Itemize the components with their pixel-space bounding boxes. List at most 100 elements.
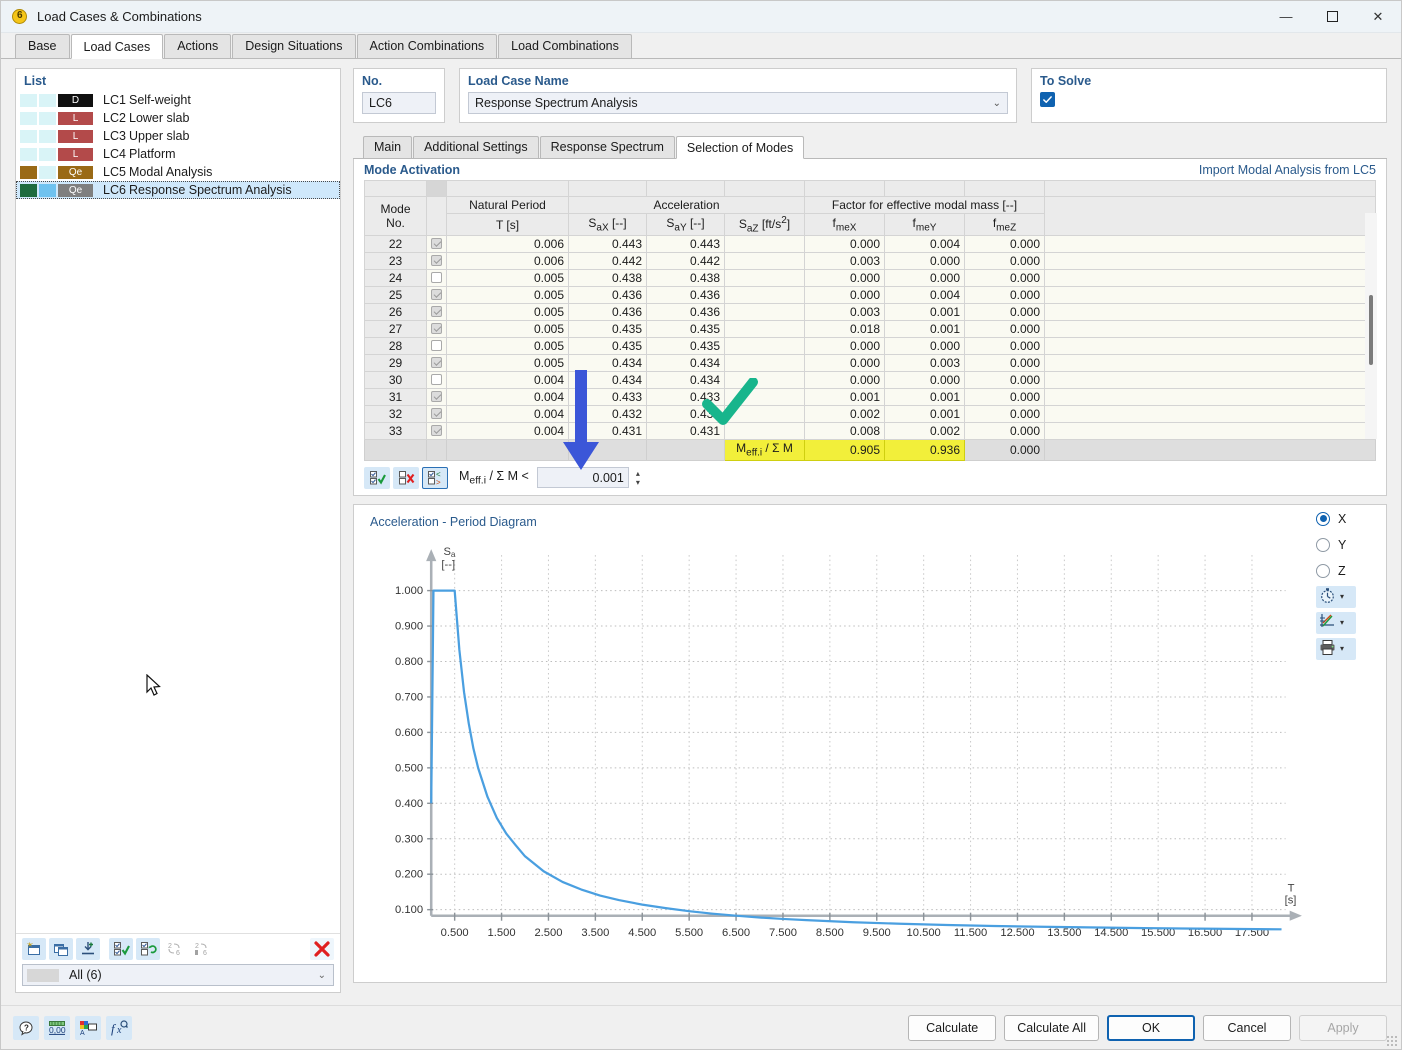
radio-x-icon[interactable] (1316, 512, 1330, 526)
cell-fmey: 0.000 (885, 270, 965, 287)
cell-active-checkbox[interactable] (427, 423, 447, 440)
table-row[interactable]: 30 0.004 0.434 0.434 0.000 0.000 0.000 (365, 372, 1376, 389)
minimize-button[interactable]: — (1263, 1, 1309, 33)
import-arrow-icon[interactable] (76, 938, 100, 960)
spinner-up-icon[interactable]: ▴ (636, 469, 640, 478)
ok-button[interactable]: OK (1107, 1015, 1195, 1041)
cell-fmez: 0.000 (965, 338, 1045, 355)
table-row[interactable]: 33 0.004 0.431 0.431 0.008 0.002 0.000 (365, 423, 1376, 440)
help-button[interactable]: ? (13, 1016, 39, 1040)
calculate-button[interactable]: Calculate (908, 1015, 996, 1041)
list-item-lc4[interactable]: L LC4 Platform (16, 145, 340, 163)
tab-actions[interactable]: Actions (164, 34, 231, 58)
cell-period: 0.005 (447, 321, 569, 338)
cell-spare (1045, 389, 1376, 406)
close-button[interactable]: ✕ (1355, 1, 1401, 33)
color-scale-button[interactable]: A (75, 1016, 101, 1040)
lc2-color-swatch-2 (39, 112, 56, 125)
chevron-down-icon[interactable]: ▾ (1340, 644, 1344, 653)
checkbox-swap-icon[interactable] (136, 938, 160, 960)
list-item-lc6[interactable]: Qe LC6 Response Spectrum Analysis (16, 181, 340, 199)
tab-load-cases[interactable]: Load Cases (71, 34, 164, 59)
svg-text:0.700: 0.700 (395, 691, 423, 703)
new-window-icon[interactable] (22, 938, 46, 960)
chart-xlabel-unit: [s] (1285, 894, 1297, 906)
table-row[interactable]: 31 0.004 0.433 0.433 0.001 0.001 0.000 (365, 389, 1376, 406)
axis-radio-y[interactable]: Y (1316, 534, 1378, 556)
maximize-button[interactable] (1309, 1, 1355, 33)
no-input[interactable]: LC6 (362, 92, 436, 114)
radio-z-icon[interactable] (1316, 564, 1330, 578)
tab-base[interactable]: Base (15, 34, 70, 58)
table-row[interactable]: 27 0.005 0.435 0.435 0.018 0.001 0.000 (365, 321, 1376, 338)
checkbox-x-icon[interactable] (393, 467, 419, 489)
copy-window-icon[interactable] (49, 938, 73, 960)
tab-selection-of-modes[interactable]: Selection of Modes (676, 136, 804, 159)
table-row[interactable]: 26 0.005 0.436 0.436 0.003 0.001 0.000 (365, 304, 1376, 321)
tab-main[interactable]: Main (363, 136, 412, 158)
table-row[interactable]: 22 0.006 0.443 0.443 0.000 0.004 0.000 (365, 236, 1376, 253)
list-item-lc5[interactable]: Qe LC5 Modal Analysis (16, 163, 340, 181)
cell-period: 0.005 (447, 338, 569, 355)
list-item-lc3[interactable]: L LC3 Upper slab (16, 127, 340, 145)
renumber-icon[interactable]: 2 6 (163, 938, 187, 960)
cell-spare (1045, 406, 1376, 423)
checkbox-check-icon[interactable] (109, 938, 133, 960)
table-row[interactable]: 25 0.005 0.436 0.436 0.000 0.004 0.000 (365, 287, 1376, 304)
import-modal-analysis-link[interactable]: Import Modal Analysis from LC5 (1199, 163, 1376, 177)
chevron-down-icon[interactable]: ▾ (1340, 592, 1344, 601)
cell-active-checkbox[interactable] (427, 321, 447, 338)
spectrum-settings-button[interactable]: ▾ (1316, 586, 1356, 608)
list-filter-combo[interactable]: All (6) ⌄ (22, 964, 334, 986)
cancel-button[interactable]: Cancel (1203, 1015, 1291, 1041)
threshold-input[interactable]: 0.001 ▴ ▾ (537, 467, 629, 488)
list-item-lc1[interactable]: D LC1 Self-weight (16, 91, 340, 109)
load-case-name-input[interactable]: Response Spectrum Analysis ⌄ (468, 92, 1008, 114)
cell-active-checkbox[interactable] (427, 270, 447, 287)
tab-design-situations[interactable]: Design Situations (232, 34, 355, 58)
cell-active-checkbox[interactable] (427, 372, 447, 389)
spinner-arrows[interactable]: ▴ ▾ (636, 469, 640, 487)
table-row[interactable]: 28 0.005 0.435 0.435 0.000 0.000 0.000 (365, 338, 1376, 355)
chevron-down-icon[interactable]: ▾ (1340, 618, 1344, 627)
mode-table-scrollbar[interactable] (1365, 213, 1377, 439)
cell-active-checkbox[interactable] (427, 253, 447, 270)
table-row[interactable]: 24 0.005 0.438 0.438 0.000 0.000 0.000 (365, 270, 1376, 287)
tab-load-combinations[interactable]: Load Combinations (498, 34, 632, 58)
axis-radio-x[interactable]: X (1316, 508, 1378, 530)
checkbox-less-greater-icon[interactable]: < > (422, 467, 448, 489)
table-row[interactable]: 32 0.004 0.432 0.432 0.002 0.001 0.000 (365, 406, 1376, 423)
table-row[interactable]: 23 0.006 0.442 0.442 0.003 0.000 0.000 (365, 253, 1376, 270)
red-x-icon[interactable] (310, 938, 334, 960)
cell-active-checkbox[interactable] (427, 389, 447, 406)
print-button[interactable]: ▾ (1316, 638, 1356, 660)
checkbox-check-icon[interactable] (364, 467, 390, 489)
list-item-lc2[interactable]: L LC2 Lower slab (16, 109, 340, 127)
calculate-all-button[interactable]: Calculate All (1004, 1015, 1099, 1041)
cell-active-checkbox[interactable] (427, 355, 447, 372)
load-case-list[interactable]: D LC1 Self-weight L LC2 Lower slab L LC3 (16, 91, 340, 933)
tab-response-spectrum[interactable]: Response Spectrum (540, 136, 675, 158)
sort-numeric-icon[interactable]: 2 6 (190, 938, 214, 960)
units-button[interactable]: 0,00 (44, 1016, 70, 1040)
resize-grip-icon[interactable] (1386, 1035, 1398, 1047)
to-solve-checkbox[interactable] (1040, 92, 1055, 107)
axis-radio-z[interactable]: Z (1316, 560, 1378, 582)
tab-action-combinations[interactable]: Action Combinations (357, 34, 498, 58)
th-mode-line2: No. (386, 216, 405, 230)
cell-active-checkbox[interactable] (427, 287, 447, 304)
no-label: No. (362, 74, 436, 88)
cell-fmey: 0.000 (885, 338, 965, 355)
spinner-down-icon[interactable]: ▾ (636, 478, 640, 487)
radio-y-icon[interactable] (1316, 538, 1330, 552)
cell-active-checkbox[interactable] (427, 304, 447, 321)
cell-active-checkbox[interactable] (427, 338, 447, 355)
table-row[interactable]: 29 0.005 0.434 0.434 0.000 0.003 0.000 (365, 355, 1376, 372)
cell-active-checkbox[interactable] (427, 406, 447, 423)
cell-active-checkbox[interactable] (427, 236, 447, 253)
mode-table[interactable]: Mode No. Natural Period Acceleration Fac… (364, 180, 1376, 461)
diagram-options-button[interactable]: ▾ (1316, 612, 1356, 634)
scrollbar-thumb[interactable] (1369, 295, 1373, 365)
tab-additional-settings[interactable]: Additional Settings (413, 136, 539, 158)
formula-button[interactable]: f x (106, 1016, 132, 1040)
